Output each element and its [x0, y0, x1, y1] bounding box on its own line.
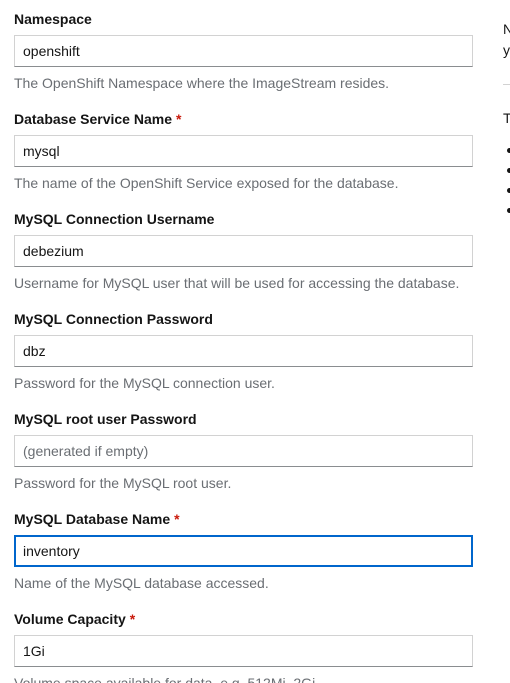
volume-capacity-label: Volume Capacity *: [14, 611, 136, 627]
volume-capacity-help: Volume space available for data, e.g. 51…: [14, 675, 320, 683]
namespace-field: Namespace The OpenShift Namespace where …: [14, 0, 473, 100]
mysql-root-password-help: Password for the MySQL root user.: [14, 475, 232, 491]
template-form-page: Namespace The OpenShift Namespace where …: [0, 0, 510, 683]
database-service-name-input[interactable]: [14, 135, 473, 167]
database-service-name-help: The name of the OpenShift Service expose…: [14, 175, 399, 191]
side-text-line: N: [503, 21, 510, 37]
required-marker: *: [176, 111, 182, 127]
side-description-panel: N y T: [503, 0, 510, 683]
namespace-help: The OpenShift Namespace where the ImageS…: [14, 75, 390, 91]
namespace-label: Namespace: [14, 11, 92, 27]
mysql-database-name-label: MySQL Database Name *: [14, 511, 180, 527]
namespace-input[interactable]: [14, 35, 473, 67]
mysql-password-label: MySQL Connection Password: [14, 311, 213, 327]
mysql-password-help: Password for the MySQL connection user.: [14, 375, 275, 391]
required-marker: *: [174, 511, 180, 527]
mysql-root-password-label: MySQL root user Password: [14, 411, 197, 427]
mysql-username-input[interactable]: [14, 235, 473, 267]
mysql-password-field: MySQL Connection Password Password for t…: [14, 300, 473, 400]
mysql-database-name-help: Name of the MySQL database accessed.: [14, 575, 269, 591]
mysql-username-field: MySQL Connection Username Username for M…: [14, 200, 473, 300]
side-text-line: T: [503, 110, 510, 126]
mysql-password-input[interactable]: [14, 335, 473, 367]
mysql-username-help: Username for MySQL user that will be use…: [14, 275, 460, 291]
required-marker: *: [129, 611, 136, 627]
mysql-root-password-field: MySQL root user Password Password for th…: [14, 400, 473, 500]
volume-capacity-input[interactable]: [14, 635, 473, 667]
side-text-line: y: [503, 42, 510, 58]
mysql-database-name-input[interactable]: [14, 535, 473, 567]
mysql-database-name-field: MySQL Database Name* Name of the MySQL d…: [14, 500, 473, 600]
mysql-username-label: MySQL Connection Username: [14, 211, 215, 227]
side-divider: [503, 84, 510, 85]
database-service-name-field: Database Service Name* The name of the O…: [14, 100, 473, 200]
mysql-root-password-input[interactable]: [14, 435, 473, 467]
volume-capacity-field: Volume Capacity* Volume space available …: [14, 600, 473, 683]
database-service-name-label: Database Service Name *: [14, 111, 182, 127]
